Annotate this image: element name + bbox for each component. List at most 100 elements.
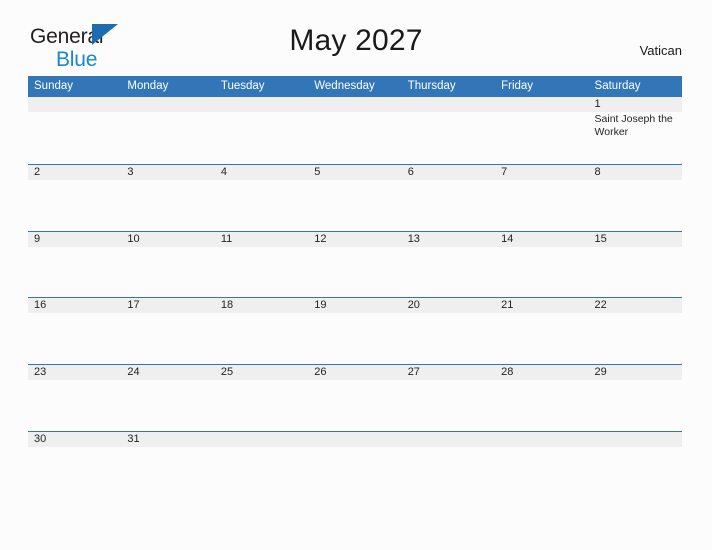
day-cell[interactable] (121, 180, 214, 230)
day-cell[interactable] (495, 112, 588, 162)
day-cell[interactable] (402, 180, 495, 230)
week-event-band (28, 380, 682, 431)
week-event-band (28, 246, 682, 297)
day-cell[interactable] (28, 447, 121, 497)
day-number[interactable]: 3 (121, 165, 214, 180)
day-number[interactable] (495, 97, 588, 112)
day-cell[interactable] (589, 380, 682, 430)
day-number[interactable] (308, 432, 401, 447)
day-number[interactable] (402, 432, 495, 447)
day-number[interactable]: 30 (28, 432, 121, 447)
day-cell[interactable] (495, 447, 588, 497)
day-number[interactable]: 20 (402, 298, 495, 313)
calendar-grid: Sunday Monday Tuesday Wednesday Thursday… (28, 76, 682, 498)
day-number[interactable]: 4 (215, 165, 308, 180)
day-number[interactable]: 9 (28, 232, 121, 247)
day-number[interactable] (589, 432, 682, 447)
day-cell[interactable] (495, 380, 588, 430)
day-cell[interactable] (28, 247, 121, 297)
day-number[interactable]: 7 (495, 165, 588, 180)
day-number[interactable]: 26 (308, 365, 401, 380)
day-number[interactable]: 5 (308, 165, 401, 180)
day-cell[interactable] (121, 112, 214, 162)
day-number[interactable]: 31 (121, 432, 214, 447)
day-number[interactable]: 6 (402, 165, 495, 180)
day-cell[interactable] (495, 180, 588, 230)
day-cell[interactable] (402, 380, 495, 430)
week-row: 23 24 25 26 27 28 29 (28, 364, 682, 431)
day-cell[interactable] (215, 313, 308, 363)
day-number[interactable]: 17 (121, 298, 214, 313)
day-number[interactable]: 14 (495, 232, 588, 247)
day-number[interactable]: 13 (402, 232, 495, 247)
day-cell[interactable] (28, 380, 121, 430)
day-number[interactable]: 2 (28, 165, 121, 180)
day-cell[interactable] (402, 447, 495, 497)
day-cell[interactable] (215, 112, 308, 162)
page-header: General Blue May 2027 Vatican (0, 0, 712, 70)
day-number[interactable] (215, 432, 308, 447)
day-number[interactable] (402, 97, 495, 112)
day-cell[interactable] (121, 313, 214, 363)
day-number[interactable] (215, 97, 308, 112)
day-number[interactable]: 29 (589, 365, 682, 380)
day-number[interactable]: 22 (589, 298, 682, 313)
day-number[interactable]: 1 (589, 97, 682, 112)
day-cell[interactable] (215, 180, 308, 230)
day-cell[interactable] (495, 247, 588, 297)
day-cell[interactable] (28, 112, 121, 162)
week-event-band (28, 446, 682, 497)
week-date-band: 16 17 18 19 20 21 22 (28, 298, 682, 314)
day-cell[interactable] (589, 180, 682, 230)
day-cell[interactable] (402, 247, 495, 297)
day-cell[interactable] (308, 247, 401, 297)
day-cell[interactable] (495, 313, 588, 363)
day-cell[interactable] (215, 247, 308, 297)
week-date-band: 23 24 25 26 27 28 29 (28, 365, 682, 381)
day-cell[interactable] (215, 447, 308, 497)
day-cell[interactable] (589, 313, 682, 363)
day-cell[interactable] (308, 380, 401, 430)
day-cell[interactable] (308, 447, 401, 497)
day-cell[interactable] (121, 247, 214, 297)
day-number[interactable]: 19 (308, 298, 401, 313)
day-cell[interactable] (589, 247, 682, 297)
day-cell[interactable] (28, 313, 121, 363)
day-number[interactable]: 28 (495, 365, 588, 380)
day-number[interactable]: 27 (402, 365, 495, 380)
day-cell[interactable] (215, 380, 308, 430)
day-number[interactable] (495, 432, 588, 447)
day-number[interactable]: 12 (308, 232, 401, 247)
week-row: 16 17 18 19 20 21 22 (28, 297, 682, 364)
day-cell[interactable] (308, 180, 401, 230)
day-number[interactable]: 10 (121, 232, 214, 247)
week-row: 30 31 (28, 430, 682, 498)
day-cell[interactable] (402, 112, 495, 162)
week-event-band: Saint Joseph the Worker (28, 112, 682, 162)
day-cell[interactable] (121, 447, 214, 497)
day-cell[interactable] (308, 112, 401, 162)
day-number[interactable]: 8 (589, 165, 682, 180)
day-cell[interactable] (28, 180, 121, 230)
weekday-header-sunday: Sunday (34, 80, 74, 92)
day-number[interactable] (308, 97, 401, 112)
day-cell[interactable]: Saint Joseph the Worker (589, 112, 682, 162)
day-number[interactable]: 24 (121, 365, 214, 380)
day-number[interactable]: 11 (215, 232, 308, 247)
day-number[interactable] (121, 97, 214, 112)
day-cell[interactable] (121, 380, 214, 430)
day-number[interactable]: 25 (215, 365, 308, 380)
weekday-header-tuesday: Tuesday (220, 80, 265, 92)
day-number[interactable]: 23 (28, 365, 121, 380)
week-row: 1 Saint Joseph the Worker (28, 97, 682, 164)
weekday-header-row: Sunday Monday Tuesday Wednesday Thursday… (28, 76, 682, 97)
day-number[interactable] (28, 97, 121, 112)
day-cell[interactable] (402, 313, 495, 363)
day-number[interactable]: 16 (28, 298, 121, 313)
day-number[interactable]: 15 (589, 232, 682, 247)
day-number[interactable]: 18 (215, 298, 308, 313)
day-cell[interactable] (589, 447, 682, 497)
day-cell[interactable] (308, 313, 401, 363)
day-number[interactable]: 21 (495, 298, 588, 313)
weekday-header-friday: Friday (501, 80, 534, 92)
